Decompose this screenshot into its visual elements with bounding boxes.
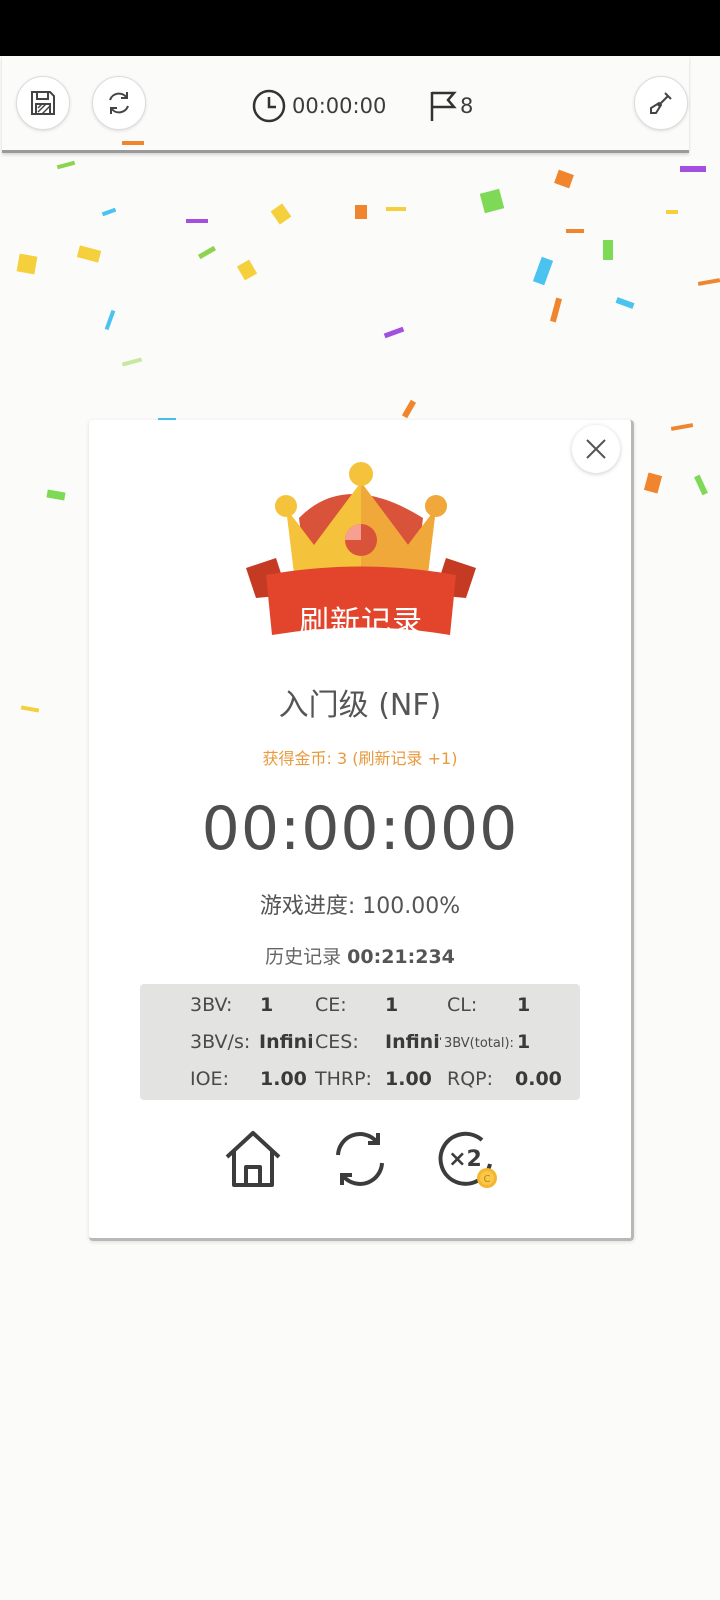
- replay-button[interactable]: [329, 1128, 391, 1190]
- double-label: ×2: [448, 1147, 482, 1172]
- home-button[interactable]: [222, 1128, 284, 1190]
- stat-label: 3BV:: [190, 994, 233, 1016]
- clock-icon: [252, 89, 286, 123]
- history-label: 历史记录: [265, 946, 342, 968]
- stat-value: 1: [260, 994, 274, 1016]
- restart-button[interactable]: [92, 76, 146, 130]
- save-icon: [31, 91, 55, 115]
- stat-label: 3BV/s:: [190, 1031, 251, 1053]
- timer-value: 00:00:00: [292, 94, 387, 118]
- progress-value: 100.00%: [362, 894, 461, 919]
- history-record: 历史记录 00:21:234: [89, 942, 631, 969]
- coin-label: C: [484, 1174, 491, 1185]
- new-record-badge: 刷新记录: [236, 460, 486, 660]
- home-icon: [225, 1131, 281, 1187]
- status-bar: [0, 0, 720, 56]
- stat-label: THRP:: [315, 1068, 372, 1090]
- double-reward-button[interactable]: ×2 C: [436, 1128, 498, 1190]
- stat-value: Infinit: [385, 1031, 441, 1053]
- close-dialog-button[interactable]: [572, 425, 620, 473]
- coins-earned: 获得金币: 3 (刷新记录 +1): [262, 749, 458, 768]
- stat-label: IOE:: [190, 1068, 229, 1090]
- game-toolbar: 00:00:00 8: [2, 56, 689, 153]
- stat-value: 1: [517, 1031, 531, 1053]
- svg-text:×2: ×2: [448, 1147, 482, 1172]
- history-value: 00:21:234: [347, 946, 455, 968]
- stat-label: CL:: [447, 994, 478, 1016]
- dig-mode-button[interactable]: [634, 76, 688, 130]
- save-button[interactable]: [16, 76, 70, 130]
- final-time: 00:00:000: [201, 794, 519, 864]
- banner-label: 刷新记录: [299, 605, 423, 640]
- game-progress: 游戏进度: 100.00%: [89, 888, 631, 920]
- difficulty-label: 入门级 (NF): [278, 688, 442, 723]
- stat-label: CE:: [315, 994, 347, 1016]
- flag-counter: 8: [428, 88, 473, 124]
- stat-label: CES:: [315, 1031, 359, 1053]
- refresh-icon: [109, 92, 129, 114]
- stats-panel: 3BV: 1 CE: 1 CL: 1 3BV/s: Infini CES: In…: [140, 984, 580, 1100]
- shovel-icon: [650, 92, 672, 114]
- progress-label: 游戏进度:: [259, 894, 356, 919]
- double-reward-icon: ×2 C: [438, 1131, 497, 1188]
- flag-count: 8: [460, 94, 474, 118]
- stat-value: Infini: [259, 1031, 312, 1053]
- close-icon: [586, 439, 606, 459]
- stat-value: 1.00: [385, 1068, 432, 1090]
- svg-text:C: C: [484, 1174, 491, 1185]
- stat-label: 3BV(total):: [444, 1036, 514, 1051]
- flag-icon: [430, 91, 457, 121]
- game-timer: 00:00:00: [252, 88, 386, 124]
- stat-value: 1: [385, 994, 399, 1016]
- stat-value: 0.00: [515, 1068, 562, 1090]
- stat-value: 1: [517, 994, 531, 1016]
- stat-label: RQP:: [447, 1068, 494, 1090]
- stat-value: 1.00: [260, 1068, 307, 1090]
- replay-icon: [336, 1132, 384, 1186]
